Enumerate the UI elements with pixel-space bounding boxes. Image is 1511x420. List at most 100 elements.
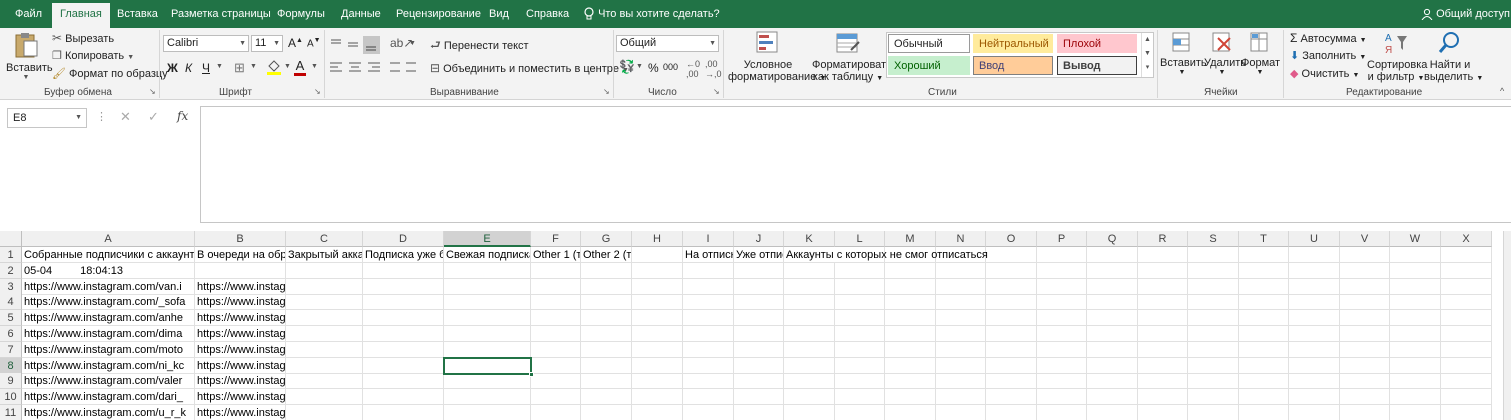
format-as-table-button[interactable]: Форматировать как таблицу ▼ — [812, 30, 892, 83]
cell-t6[interactable] — [1239, 326, 1289, 342]
cell-v7[interactable] — [1340, 341, 1390, 358]
cell-w11[interactable] — [1390, 405, 1441, 420]
cell-k4[interactable] — [784, 294, 835, 311]
collapse-ribbon-icon[interactable]: ^ — [1500, 86, 1504, 96]
fill-color-button[interactable] — [266, 59, 282, 78]
sort-filter-button[interactable]: AЯ Сортировка и фильтр ▼ — [1367, 30, 1427, 83]
italic-button[interactable]: К — [185, 61, 192, 75]
insert-cells-button[interactable]: Вставить ▼ — [1160, 30, 1207, 76]
cell-d8[interactable] — [363, 357, 444, 374]
cell-o2[interactable] — [986, 262, 1037, 279]
cell-s1[interactable] — [1188, 247, 1239, 263]
row-header-7[interactable]: 7 — [0, 341, 22, 358]
cell-c5[interactable] — [286, 310, 363, 327]
cell-a10[interactable]: https://www.instagram.com/dari_ — [22, 389, 195, 406]
cell-v11[interactable] — [1340, 405, 1390, 420]
cell-i11[interactable] — [683, 405, 734, 420]
cell-n7[interactable] — [936, 341, 986, 358]
cell-i10[interactable] — [683, 389, 734, 406]
cell-b2[interactable] — [195, 262, 286, 279]
cell-v8[interactable] — [1340, 357, 1390, 374]
cell-s3[interactable] — [1188, 278, 1239, 295]
cell-d1[interactable]: Подписка уже была — [363, 247, 444, 263]
cell-e2[interactable] — [444, 262, 531, 279]
row-header-11[interactable]: 11 — [0, 405, 22, 420]
menu-review[interactable]: Рецензирование — [396, 0, 481, 28]
row-header-9[interactable]: 9 — [0, 373, 22, 390]
copy-button[interactable]: ❐ Копировать ▼ — [52, 49, 134, 62]
cell-x4[interactable] — [1441, 294, 1492, 311]
paste-button[interactable]: Вставить ▼ — [6, 31, 53, 86]
cell-a5[interactable]: https://www.instagram.com/anhe — [22, 310, 195, 327]
cell-a11[interactable]: https://www.instagram.com/u_r_k — [22, 405, 195, 420]
selected-cell-outline[interactable] — [443, 356, 534, 377]
cell-q11[interactable] — [1087, 405, 1138, 420]
cell-q7[interactable] — [1087, 341, 1138, 358]
cell-t4[interactable] — [1239, 294, 1289, 311]
cell-m9[interactable] — [885, 373, 936, 390]
cell-t9[interactable] — [1239, 373, 1289, 390]
cell-r2[interactable] — [1138, 262, 1188, 279]
cell-o11[interactable] — [986, 405, 1037, 420]
cell-c6[interactable] — [286, 326, 363, 342]
cell-g9[interactable] — [581, 373, 632, 390]
grow-font-icon[interactable]: A▲ — [288, 36, 303, 50]
cell-x9[interactable] — [1441, 373, 1492, 390]
fill-handle[interactable] — [529, 371, 534, 377]
cell-c9[interactable] — [286, 373, 363, 390]
cell-d11[interactable] — [363, 405, 444, 420]
cell-t10[interactable] — [1239, 389, 1289, 406]
fill-button[interactable]: ⬇ Заполнить ▼ — [1290, 49, 1366, 62]
column-header-j[interactable]: J — [734, 231, 784, 247]
cell-u8[interactable] — [1289, 357, 1340, 374]
cell-k1[interactable]: Аккаунты с которых не смог отписаться — [784, 247, 988, 263]
cell-l9[interactable] — [835, 373, 885, 390]
cell-e10[interactable] — [444, 389, 531, 406]
row-header-6[interactable]: 6 — [0, 326, 22, 342]
cell-m10[interactable] — [885, 389, 936, 406]
cell-w2[interactable] — [1390, 262, 1441, 279]
cell-b9[interactable]: https://www.instagram.com/ — [195, 373, 286, 390]
cell-s5[interactable] — [1188, 310, 1239, 327]
column-header-p[interactable]: P — [1037, 231, 1087, 247]
dialog-launcher-icon[interactable]: ↘ — [149, 87, 156, 96]
cell-j11[interactable] — [734, 405, 784, 420]
cell-l10[interactable] — [835, 389, 885, 406]
cell-x1[interactable] — [1441, 247, 1492, 263]
align-left-icon[interactable] — [328, 61, 418, 75]
cell-d9[interactable] — [363, 373, 444, 390]
cell-w5[interactable] — [1390, 310, 1441, 327]
cell-v1[interactable] — [1340, 247, 1390, 263]
cell-m4[interactable] — [885, 294, 936, 311]
cell-f6[interactable] — [531, 326, 581, 342]
cell-w8[interactable] — [1390, 357, 1441, 374]
cell-k3[interactable] — [784, 278, 835, 295]
cell-b11[interactable]: https://www.instagram.com/ — [195, 405, 286, 420]
cell-n6[interactable] — [936, 326, 986, 342]
cell-c11[interactable] — [286, 405, 363, 420]
cell-d10[interactable] — [363, 389, 444, 406]
cell-i3[interactable] — [683, 278, 734, 295]
cell-x3[interactable] — [1441, 278, 1492, 295]
cell-r5[interactable] — [1138, 310, 1188, 327]
cell-w10[interactable] — [1390, 389, 1441, 406]
cell-j1[interactable]: Уже отписан — [734, 247, 784, 263]
cell-e1[interactable]: Свежая подписка — [444, 247, 531, 263]
cell-b3[interactable]: https://www.instagram.com/ — [195, 278, 286, 295]
menu-insert[interactable]: Вставка — [117, 0, 158, 28]
font-name-select[interactable]: Calibri ▼ — [163, 35, 249, 52]
cell-t5[interactable] — [1239, 310, 1289, 327]
cell-g4[interactable] — [581, 294, 632, 311]
cell-w4[interactable] — [1390, 294, 1441, 311]
cell-u2[interactable] — [1289, 262, 1340, 279]
cell-h4[interactable] — [632, 294, 683, 311]
cancel-icon[interactable]: ✕ — [120, 109, 131, 125]
cell-r10[interactable] — [1138, 389, 1188, 406]
cell-o8[interactable] — [986, 357, 1037, 374]
cell-f2[interactable] — [531, 262, 581, 279]
cell-r4[interactable] — [1138, 294, 1188, 311]
cell-f8[interactable] — [531, 357, 581, 374]
cell-l7[interactable] — [835, 341, 885, 358]
wrap-text-button[interactable]: ⮐ Перенести текст — [430, 36, 529, 57]
cell-v6[interactable] — [1340, 326, 1390, 342]
